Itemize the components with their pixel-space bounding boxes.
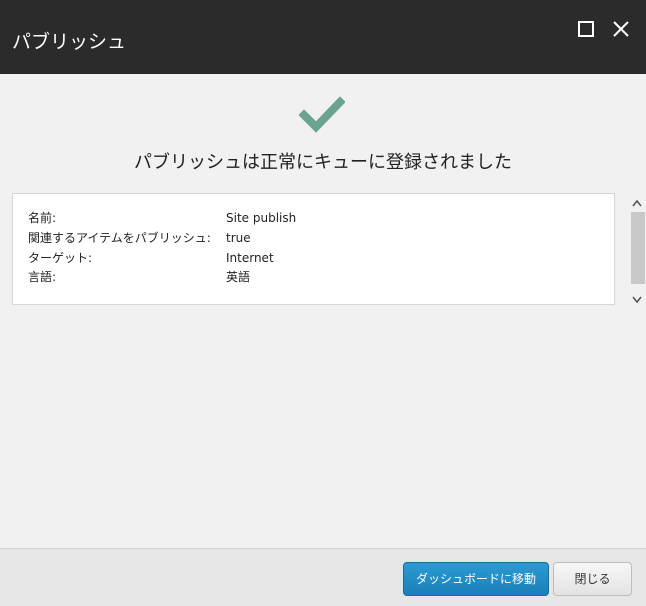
detail-value: Site publish bbox=[226, 211, 297, 225]
detail-value: true bbox=[226, 231, 251, 245]
detail-label: 関連するアイテムをパブリッシュ: bbox=[28, 231, 211, 245]
success-message: パブリッシュは正常にキューに登録されました bbox=[134, 152, 512, 173]
dialog-title: パブリッシュ bbox=[12, 31, 127, 53]
scroll-up-icon[interactable] bbox=[631, 194, 643, 207]
detail-value: 英語 bbox=[226, 270, 251, 284]
detail-label: 名前: bbox=[28, 211, 57, 225]
close-icon[interactable] bbox=[609, 17, 633, 41]
scroll-down-icon[interactable] bbox=[631, 291, 643, 304]
dialog-titlebar: パブリッシュ bbox=[0, 0, 646, 74]
dialog-content: パブリッシュは正常にキューに登録されました 名前: Site publish 関… bbox=[0, 74, 646, 548]
scrollbar-thumb[interactable] bbox=[631, 212, 645, 284]
details-panel: 名前: Site publish 関連するアイテムをパブリッシュ: true タ… bbox=[12, 193, 615, 305]
checkmark-icon bbox=[298, 96, 346, 134]
detail-label: ターゲット: bbox=[28, 251, 93, 265]
dialog-footer: ダッシュボードに移動 閉じる bbox=[0, 548, 646, 606]
maximize-icon[interactable] bbox=[574, 17, 598, 41]
detail-label: 言語: bbox=[28, 270, 57, 284]
detail-value: Internet bbox=[226, 251, 274, 265]
go-to-dashboard-button[interactable]: ダッシュボードに移動 bbox=[403, 562, 549, 596]
close-button[interactable]: 閉じる bbox=[553, 562, 632, 596]
